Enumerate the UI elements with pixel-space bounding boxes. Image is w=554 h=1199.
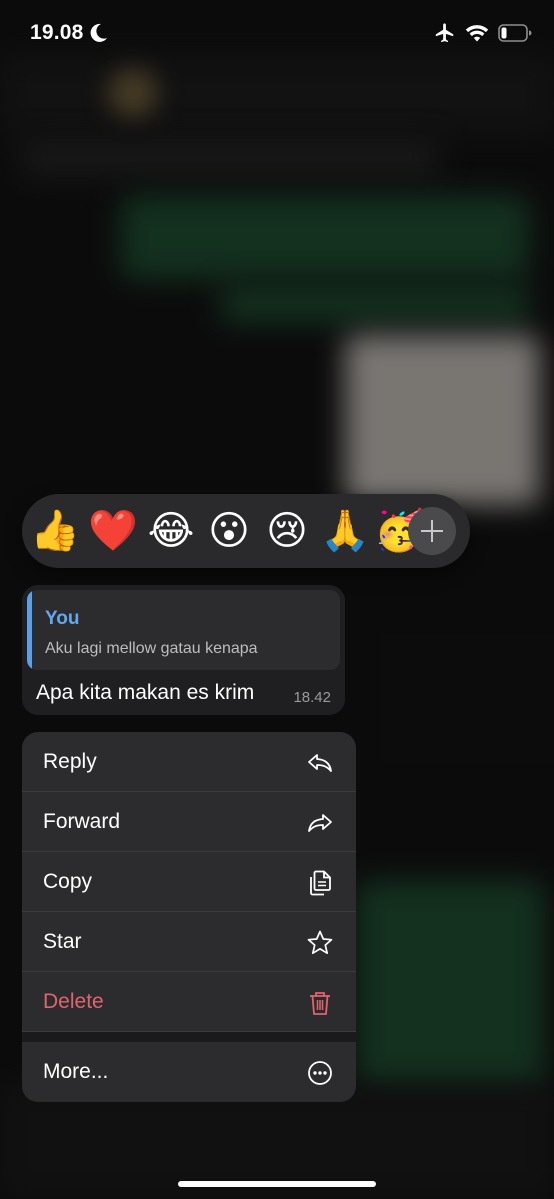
airplane-icon bbox=[435, 23, 454, 43]
forward-icon bbox=[308, 814, 332, 832]
menu-item-delete[interactable]: Delete bbox=[22, 972, 356, 1032]
message-text: Apa kita makan es krim bbox=[36, 681, 255, 704]
home-indicator[interactable] bbox=[178, 1181, 376, 1187]
more-icon bbox=[308, 1061, 332, 1085]
reaction-praying[interactable]: 🙏 bbox=[320, 506, 370, 556]
moon-icon bbox=[90, 23, 107, 42]
menu-item-copy[interactable]: Copy bbox=[22, 852, 356, 912]
reactions-bar: 👍 ❤️ 😂 😮 😢 🙏 🥳 bbox=[22, 494, 470, 568]
status-bar: 19.08 bbox=[0, 0, 554, 66]
trash-icon bbox=[310, 992, 330, 1015]
menu-item-reply[interactable]: Reply bbox=[22, 732, 356, 792]
copy-icon bbox=[310, 870, 331, 896]
status-time: 19.08 bbox=[30, 21, 84, 44]
menu-item-label: Forward bbox=[43, 810, 121, 833]
battery-icon bbox=[498, 24, 532, 42]
reaction-heart[interactable]: ❤️ bbox=[88, 506, 138, 556]
reaction-crying[interactable]: 😢 bbox=[262, 506, 312, 556]
quote-text: Aku lagi mellow gatau kenapa bbox=[45, 640, 258, 657]
status-icons bbox=[434, 22, 532, 44]
message-bubble: You Aku lagi mellow gatau kenapa Apa kit… bbox=[22, 585, 345, 715]
wifi-icon bbox=[465, 25, 489, 42]
menu-item-forward[interactable]: Forward bbox=[22, 792, 356, 852]
context-menu: Reply Forward Copy Star Delete More... bbox=[22, 732, 356, 1102]
quote-author: You bbox=[45, 608, 80, 629]
reaction-thumbs-up[interactable]: 👍 bbox=[30, 506, 80, 556]
menu-item-star[interactable]: Star bbox=[22, 912, 356, 972]
menu-item-label: Copy bbox=[43, 870, 93, 893]
reply-icon bbox=[308, 754, 332, 772]
menu-separator bbox=[22, 1032, 356, 1042]
menu-item-label: Reply bbox=[43, 750, 97, 773]
menu-item-label: Delete bbox=[43, 990, 104, 1013]
reaction-laughing[interactable]: 😂 bbox=[146, 506, 196, 556]
quote-accent-bar bbox=[27, 590, 32, 670]
message-timestamp: 18.42 bbox=[293, 689, 331, 706]
reaction-surprised[interactable]: 😮 bbox=[204, 506, 254, 556]
menu-item-more[interactable]: More... bbox=[22, 1042, 356, 1102]
menu-item-label: Star bbox=[43, 930, 82, 953]
quoted-message[interactable]: You Aku lagi mellow gatau kenapa bbox=[27, 590, 340, 670]
menu-item-label: More... bbox=[43, 1060, 109, 1083]
star-icon bbox=[307, 930, 333, 955]
add-reaction-button[interactable] bbox=[408, 507, 456, 555]
